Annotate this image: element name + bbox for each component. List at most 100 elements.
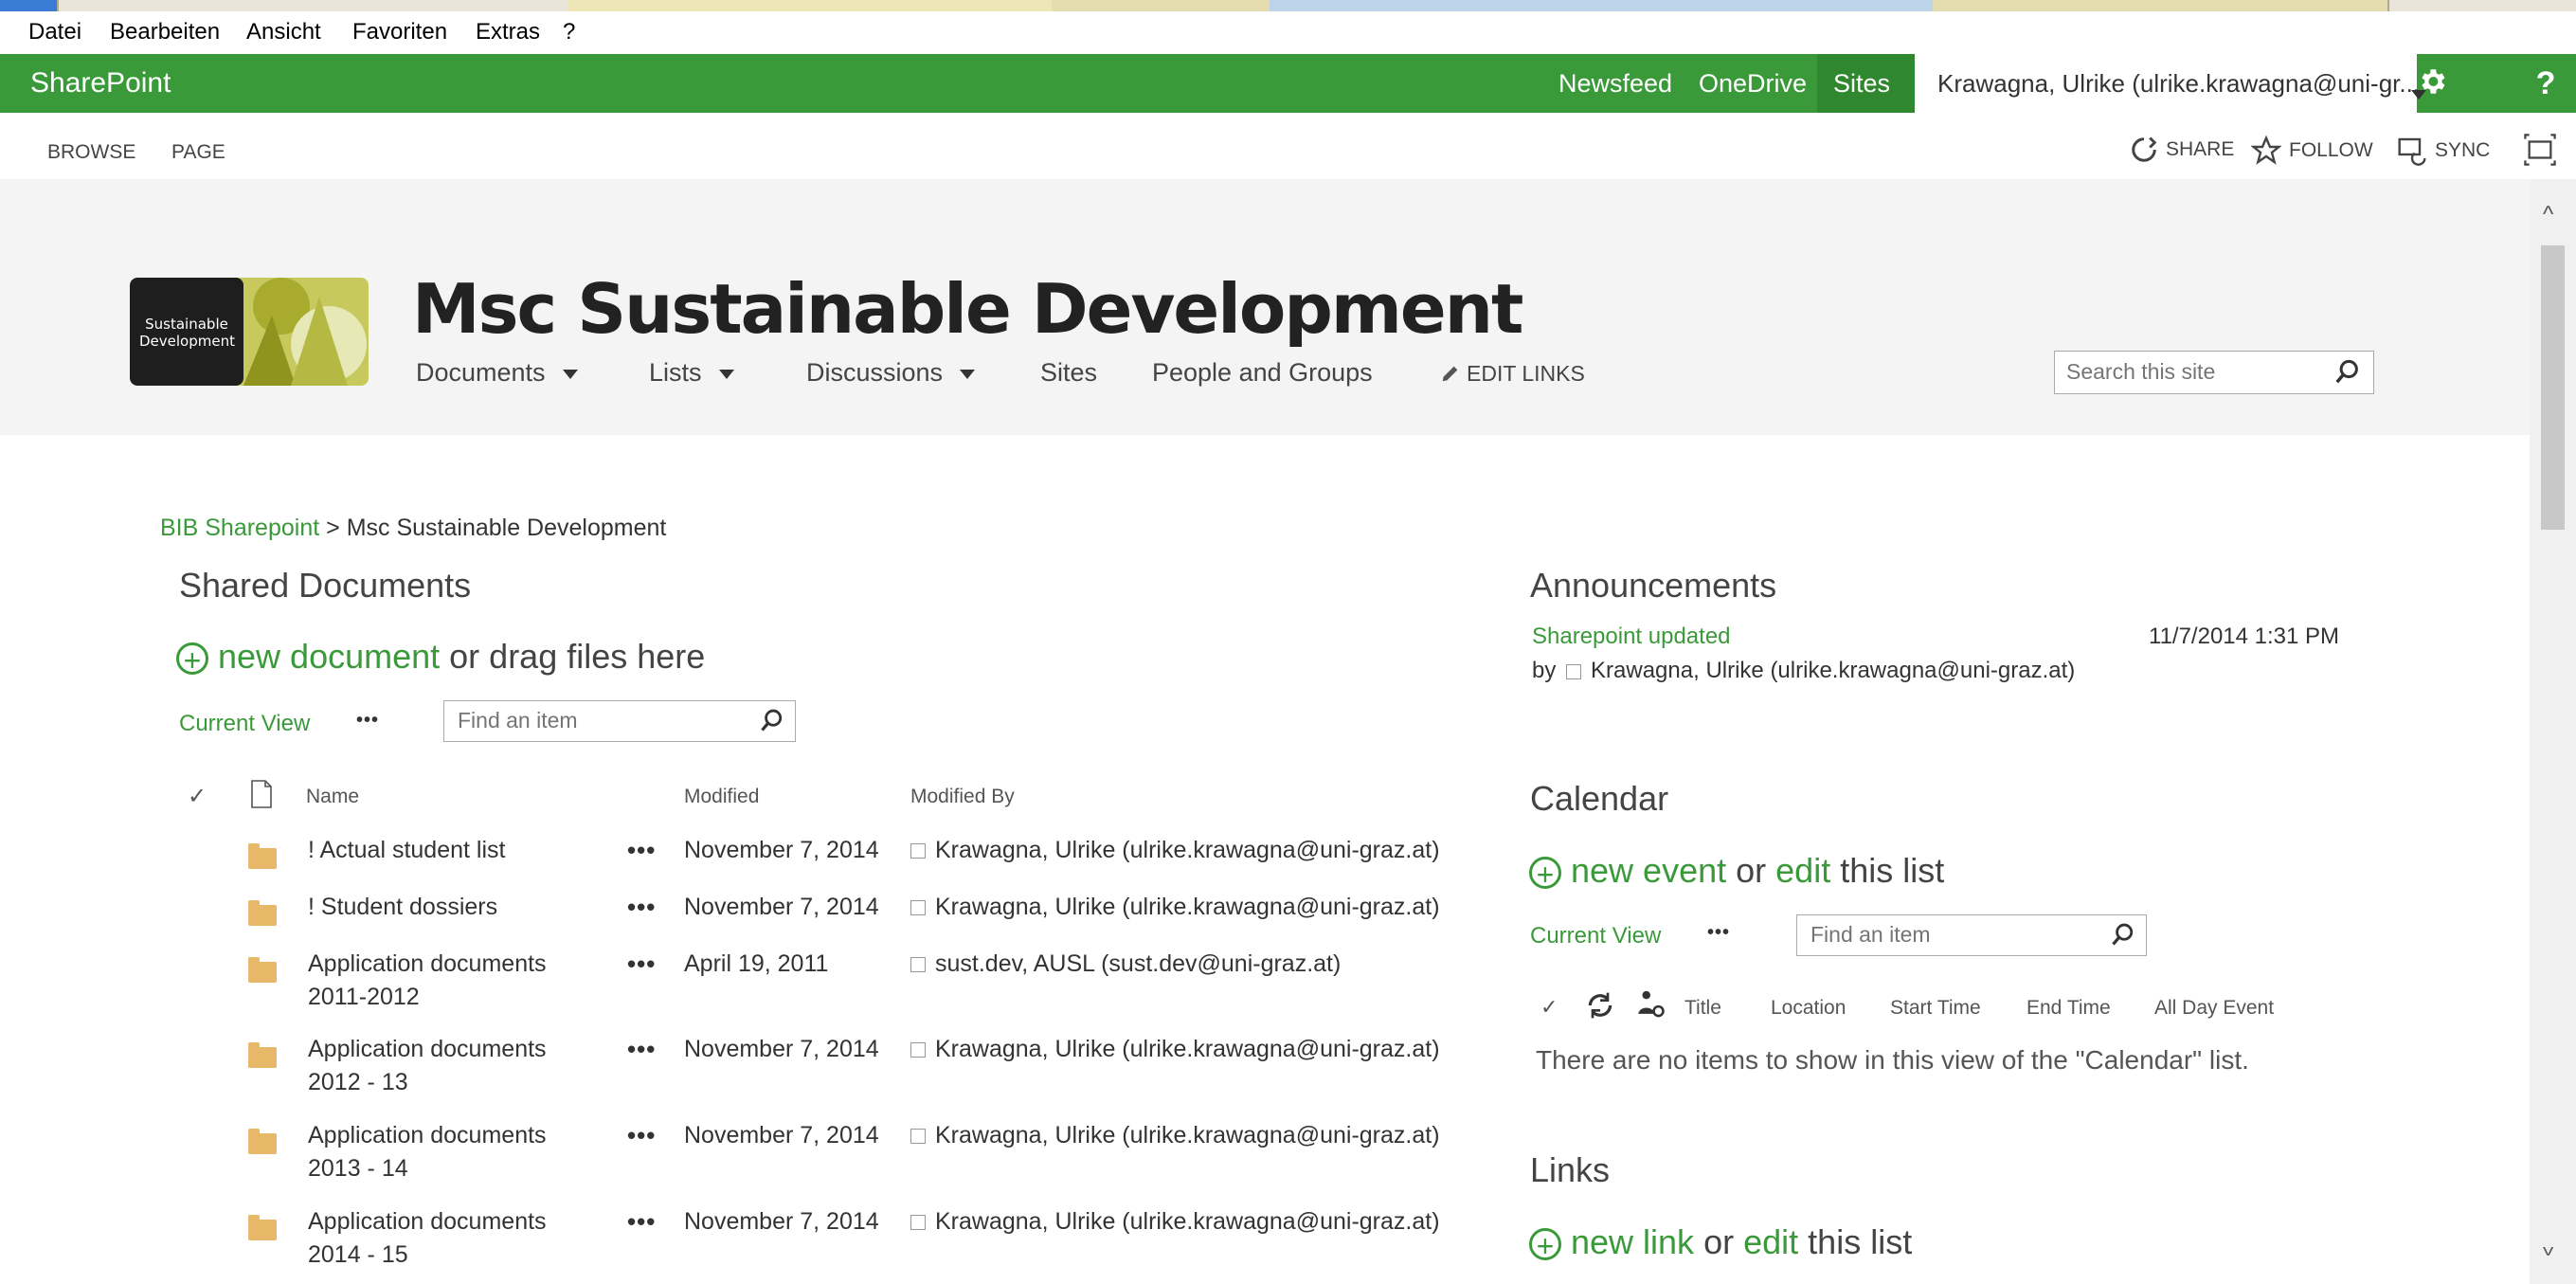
topnav-people-and-groups[interactable]: People and Groups — [1152, 358, 1373, 388]
site-logo[interactable]: Sustainable Development — [130, 278, 369, 386]
table-row[interactable]: ! Student dossiers ••• November 7, 2014 … — [0, 891, 1478, 948]
new-event-link[interactable]: new event — [1571, 851, 1726, 890]
col-modified-by[interactable]: Modified By — [910, 786, 1015, 808]
scroll-up-arrow-icon[interactable]: ^ — [2543, 202, 2553, 228]
calendar-view-more-button[interactable]: ••• — [1707, 922, 1730, 944]
search-icon[interactable] — [2333, 357, 2362, 386]
search-icon[interactable] — [759, 707, 785, 733]
calendar-find-box[interactable] — [1796, 914, 2147, 956]
row-name[interactable]: Application documents 2014 - 15 — [308, 1205, 547, 1272]
nav-newsfeed[interactable]: Newsfeed — [1558, 69, 1672, 99]
col-modified[interactable]: Modified — [684, 786, 759, 808]
new-document-line: + new document or drag files here — [176, 637, 705, 677]
row-name[interactable]: ! Actual student list — [308, 834, 505, 867]
col-all-day-event[interactable]: All Day Event — [2154, 997, 2274, 1020]
row-more-button[interactable]: ••• — [627, 891, 656, 924]
topnav-lists[interactable]: Lists — [649, 358, 734, 388]
row-more-button[interactable]: ••• — [627, 948, 656, 981]
site-search-input[interactable] — [2064, 352, 2324, 391]
table-row[interactable]: Application documents 2012 - 13 ••• Novem… — [0, 1033, 1478, 1118]
nav-onedrive[interactable]: OneDrive — [1699, 69, 1807, 99]
announcement-link[interactable]: Sharepoint updated — [1532, 624, 1731, 650]
row-more-button[interactable]: ••• — [627, 1033, 656, 1066]
share-button[interactable]: SHARE — [2130, 136, 2234, 164]
follow-button[interactable]: FOLLOW — [2251, 136, 2373, 166]
docs-view-more-button[interactable]: ••• — [356, 710, 379, 732]
help-icon[interactable]: ? — [2528, 65, 2564, 101]
edit-links-button[interactable]: EDIT LINKS — [1440, 361, 1585, 387]
col-location[interactable]: Location — [1771, 997, 1846, 1020]
col-name[interactable]: Name — [306, 786, 359, 808]
table-row[interactable]: ! Actual student list ••• November 7, 20… — [0, 834, 1478, 891]
menu-datei[interactable]: Datei — [28, 19, 81, 45]
announcements-title[interactable]: Announcements — [1530, 566, 1776, 606]
sync-button[interactable]: SYNC — [2397, 136, 2490, 166]
row-name[interactable]: Application documents 2013 - 14 — [308, 1119, 547, 1185]
select-all-checkmark-icon[interactable]: ✓ — [188, 783, 207, 810]
select-all-checkmark-icon[interactable]: ✓ — [1540, 995, 1558, 1020]
announcement-author[interactable]: Krawagna, Ulrike (ulrike.krawagna@uni-gr… — [1591, 658, 2075, 683]
calendar-title[interactable]: Calendar — [1530, 779, 1668, 819]
docs-current-view[interactable]: Current View — [179, 711, 310, 737]
add-icon[interactable]: + — [1529, 857, 1561, 890]
row-name[interactable]: Application documents 2011-2012 — [308, 948, 547, 1014]
col-end-time[interactable]: End Time — [2027, 997, 2111, 1020]
suite-bar: SharePoint Newsfeed OneDrive Sites Krawa… — [0, 54, 2576, 113]
table-row[interactable]: Application documents 2011-2012 ••• April… — [0, 948, 1478, 1033]
row-modified-by[interactable]: Krawagna, Ulrike (ulrike.krawagna@uni-gr… — [910, 1205, 1440, 1239]
tab-browse[interactable]: BROWSE — [47, 141, 135, 164]
scroll-down-arrow-icon[interactable]: ^ — [2543, 1233, 2553, 1259]
edit-links-list-link[interactable]: edit — [1743, 1222, 1798, 1261]
row-name-line1: Application documents — [308, 1122, 547, 1148]
col-title[interactable]: Title — [1684, 997, 1721, 1020]
menu-bearbeiten[interactable]: Bearbeiten — [110, 19, 220, 45]
col-start-time[interactable]: Start Time — [1890, 997, 1981, 1020]
focus-content-button[interactable] — [2524, 134, 2556, 166]
user-menu[interactable]: Krawagna, Ulrike (ulrike.krawagna@uni-gr… — [1915, 54, 2426, 113]
edit-calendar-link[interactable]: edit — [1775, 851, 1830, 890]
row-modified-by[interactable]: sust.dev, AUSL (sust.dev@uni-graz.at) — [910, 948, 1341, 981]
row-more-button[interactable]: ••• — [627, 1119, 656, 1152]
menu-help[interactable]: ? — [563, 19, 575, 45]
menu-extras[interactable]: Extras — [476, 19, 540, 45]
calendar-find-input[interactable] — [1809, 915, 2097, 953]
add-icon[interactable]: + — [1529, 1228, 1561, 1261]
row-modified-by[interactable]: Krawagna, Ulrike (ulrike.krawagna@uni-gr… — [910, 1119, 1440, 1152]
row-more-button[interactable]: ••• — [627, 834, 656, 867]
row-name[interactable]: Application documents 2012 - 13 — [308, 1033, 547, 1099]
site-search-box[interactable] — [2054, 351, 2374, 394]
chevron-down-icon[interactable] — [960, 369, 976, 379]
docs-title[interactable]: Shared Documents — [179, 566, 471, 606]
scrollbar-thumb[interactable] — [2541, 245, 2565, 530]
calendar-current-view[interactable]: Current View — [1530, 923, 1661, 949]
sharepoint-brand[interactable]: SharePoint — [30, 67, 171, 99]
table-row[interactable]: Application documents 2013 - 14 ••• Novem… — [0, 1119, 1478, 1204]
row-modified-by[interactable]: Krawagna, Ulrike (ulrike.krawagna@uni-gr… — [910, 834, 1440, 867]
folder-icon — [248, 900, 277, 926]
site-title[interactable]: Msc Sustainable Development — [412, 269, 1523, 349]
chevron-down-icon[interactable] — [718, 369, 734, 379]
docs-find-box[interactable] — [443, 700, 796, 742]
topnav-sites[interactable]: Sites — [1040, 358, 1097, 388]
add-icon[interactable]: + — [176, 642, 208, 676]
tab-page[interactable]: PAGE — [171, 141, 225, 164]
docs-find-input[interactable] — [456, 701, 744, 739]
row-more-button[interactable]: ••• — [627, 1205, 656, 1239]
nav-sites[interactable]: Sites — [1833, 69, 1890, 99]
menu-favoriten[interactable]: Favoriten — [352, 19, 447, 45]
topnav-documents[interactable]: Documents — [416, 358, 578, 388]
row-name[interactable]: ! Student dossiers — [308, 891, 497, 924]
breadcrumb-root[interactable]: BIB Sharepoint — [160, 515, 319, 541]
topnav-discussions[interactable]: Discussions — [806, 358, 976, 388]
gear-icon[interactable] — [2414, 65, 2450, 101]
chevron-down-icon[interactable] — [562, 369, 578, 379]
table-row[interactable]: Application documents 2014 - 15 ••• Novem… — [0, 1205, 1478, 1281]
search-icon[interactable] — [2110, 921, 2136, 948]
menu-ansicht[interactable]: Ansicht — [246, 19, 321, 45]
new-link-link[interactable]: new link — [1571, 1222, 1694, 1261]
row-modified-by[interactable]: Krawagna, Ulrike (ulrike.krawagna@uni-gr… — [910, 891, 1440, 924]
links-title[interactable]: Links — [1530, 1150, 1610, 1190]
new-document-link[interactable]: new document — [218, 637, 440, 676]
row-modified-by[interactable]: Krawagna, Ulrike (ulrike.krawagna@uni-gr… — [910, 1033, 1440, 1066]
vertical-scrollbar[interactable]: ^ ^ — [2530, 179, 2576, 1284]
